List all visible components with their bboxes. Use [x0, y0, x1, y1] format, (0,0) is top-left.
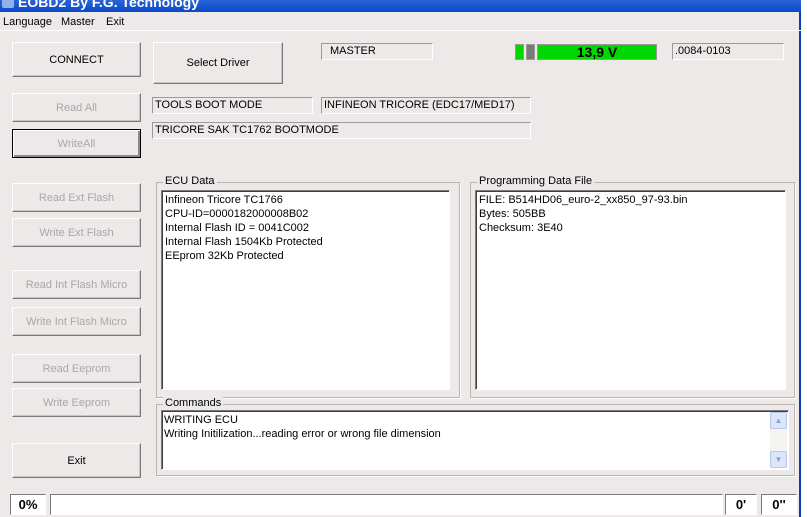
list-item: EEprom 32Kb Protected — [165, 250, 284, 262]
write-all-button[interactable]: WriteAll — [12, 129, 141, 158]
app-icon — [2, 0, 14, 8]
version-field: .0084-0103 — [672, 43, 784, 60]
list-item: CPU-ID=0000182000008B02 — [165, 208, 309, 220]
list-item: Checksum: 3E40 — [479, 222, 563, 234]
scroll-down-icon[interactable]: ▼ — [770, 451, 787, 468]
status-indicator-gray — [526, 44, 535, 60]
title-bar: EOBD2 By F.G. Technology — [0, 0, 801, 12]
menu-master[interactable]: Master — [61, 16, 95, 28]
select-driver-button[interactable]: Select Driver — [153, 42, 283, 84]
command-line: WRITING ECU — [164, 414, 238, 426]
window-title: EOBD2 By F.G. Technology — [18, 0, 199, 10]
read-all-button[interactable]: Read All — [12, 93, 141, 122]
voltage-display: 13,9 V — [537, 44, 657, 60]
elapsed-seconds: 0'' — [761, 494, 797, 515]
read-ext-flash-button[interactable]: Read Ext Flash — [12, 183, 141, 212]
commands-textarea[interactable]: WRITING ECU Writing Initilization...read… — [161, 410, 789, 470]
connect-button[interactable]: CONNECT — [12, 42, 141, 77]
progress-percent: 0% — [10, 494, 46, 515]
read-int-flash-button[interactable]: Read Int Flash Micro — [12, 270, 141, 299]
list-item: Infineon Tricore TC1766 — [165, 194, 283, 206]
boot-mode-field: TOOLS BOOT MODE — [152, 97, 313, 114]
ecu-data-list[interactable]: Infineon Tricore TC1766 CPU-ID=000018200… — [161, 190, 450, 390]
read-eeprom-button[interactable]: Read Eeprom — [12, 354, 141, 383]
write-eeprom-button[interactable]: Write Eeprom — [12, 388, 141, 417]
list-item: Bytes: 505BB — [479, 208, 546, 220]
programming-data-list[interactable]: FILE: B514HD06_euro-2_xx850_97-93.bin By… — [475, 190, 786, 390]
write-int-flash-button[interactable]: Write Int Flash Micro — [12, 307, 141, 336]
menu-exit[interactable]: Exit — [106, 16, 124, 28]
menu-bar: Language Master Exit — [0, 13, 801, 31]
list-item: FILE: B514HD06_euro-2_xx850_97-93.bin — [479, 194, 688, 206]
scroll-up-icon[interactable]: ▲ — [770, 412, 787, 429]
master-field: MASTER — [321, 43, 433, 60]
main-window: EOBD2 By F.G. Technology Language Master… — [0, 0, 801, 517]
processor-field: TRICORE SAK TC1762 BOOTMODE — [152, 122, 531, 139]
progress-bar — [50, 494, 723, 515]
programming-data-label: Programming Data File — [477, 175, 595, 187]
status-indicator-green — [515, 44, 524, 60]
elapsed-minutes: 0' — [725, 494, 757, 515]
commands-label: Commands — [163, 397, 224, 409]
write-ext-flash-button[interactable]: Write Ext Flash — [12, 218, 141, 247]
command-line: Writing Initilization...reading error or… — [164, 428, 441, 440]
ecu-type-field: INFINEON TRICORE (EDC17/MED17) — [321, 97, 531, 114]
exit-button[interactable]: Exit — [12, 443, 141, 478]
commands-scrollbar[interactable]: ▲ ▼ — [770, 412, 787, 468]
list-item: Internal Flash 1504Kb Protected — [165, 236, 323, 248]
menu-language[interactable]: Language — [3, 16, 52, 28]
ecu-data-label: ECU Data — [163, 175, 217, 187]
list-item: Internal Flash ID = 0041C002 — [165, 222, 310, 234]
